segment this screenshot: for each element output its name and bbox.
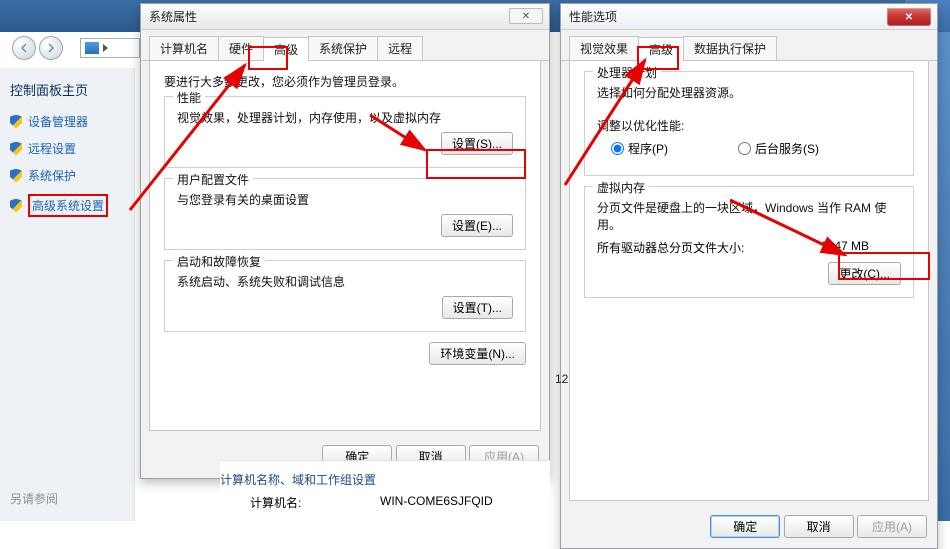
- tab-body: 要进行大多数更改，您必须作为管理员登录。 性能 视觉效果，处理器计划，内存使用，…: [149, 61, 541, 431]
- vm-desc: 分页文件是硬盘上的一块区域，Windows 当作 RAM 使用。: [597, 199, 901, 233]
- close-button[interactable]: [509, 8, 543, 24]
- admin-note: 要进行大多数更改，您必须作为管理员登录。: [164, 73, 526, 90]
- radio-background-services[interactable]: 后台服务(S): [738, 140, 819, 157]
- back-button[interactable]: [12, 36, 36, 60]
- stray-text-12: 12: [555, 372, 568, 386]
- adjust-label: 调整以优化性能:: [597, 117, 901, 134]
- system-properties-dialog: 系统属性 计算机名 硬件 高级 系统保护 远程 要进行大多数更改，您必须作为管理…: [140, 3, 550, 479]
- control-panel-sidebar: 控制面板主页 设备管理器 远程设置 系统保护 高级系统设置 另请参阅: [0, 68, 135, 521]
- performance-settings-button[interactable]: 设置(S)...: [441, 132, 513, 155]
- group-virtual-memory: 虚拟内存 分页文件是硬盘上的一块区域，Windows 当作 RAM 使用。 所有…: [584, 186, 914, 298]
- group-desc: 系统启动、系统失败和调试信息: [177, 273, 513, 290]
- nav-back-forward: [12, 36, 63, 60]
- group-desc: 视觉效果，处理器计划，内存使用，以及虚拟内存: [177, 109, 513, 126]
- tab-dep[interactable]: 数据执行保护: [683, 36, 777, 60]
- shield-icon: [10, 199, 22, 213]
- sidebar-item-label: 远程设置: [28, 140, 76, 157]
- sidebar-item-system-protection[interactable]: 系统保护: [10, 167, 124, 184]
- radio-programs[interactable]: 程序(P): [611, 140, 668, 157]
- sidebar-item-remote-settings[interactable]: 远程设置: [10, 140, 124, 157]
- tab-hardware[interactable]: 硬件: [218, 36, 264, 60]
- tab-visual-effects[interactable]: 视觉效果: [569, 36, 639, 60]
- forward-button[interactable]: [39, 36, 63, 60]
- group-legend: 性能: [173, 89, 205, 106]
- chevron-right-icon: [103, 44, 108, 52]
- vm-change-button[interactable]: 更改(C)...: [828, 262, 901, 285]
- tabs-row: 计算机名 硬件 高级 系统保护 远程: [141, 30, 549, 61]
- computer-name-value: WIN-COME6SJFQID: [380, 494, 493, 511]
- startup-recovery-settings-button[interactable]: 设置(T)...: [442, 296, 513, 319]
- tabs-row: 视觉效果 高级 数据执行保护: [561, 30, 937, 61]
- sidebar-item-label: 设备管理器: [28, 113, 88, 130]
- radio-background-input[interactable]: [738, 142, 751, 155]
- group-legend: 处理器计划: [593, 64, 661, 81]
- dialog-title: 系统属性: [149, 8, 197, 25]
- ok-button[interactable]: 确定: [710, 515, 780, 538]
- arrow-right-icon: [46, 43, 56, 53]
- see-also-heading: 另请参阅: [10, 490, 58, 507]
- tab-advanced[interactable]: 高级: [263, 37, 309, 61]
- cancel-button[interactable]: 取消: [784, 515, 854, 538]
- sidebar-item-label: 高级系统设置: [28, 194, 108, 217]
- group-processor-scheduling: 处理器计划 选择如何分配处理器资源。 调整以优化性能: 程序(P) 后台服务(S…: [584, 71, 914, 176]
- group-desc: 选择如何分配处理器资源。: [597, 84, 901, 101]
- tab-remote[interactable]: 远程: [377, 36, 423, 60]
- sidebar-item-device-manager[interactable]: 设备管理器: [10, 113, 124, 130]
- section-heading: 计算机名称、域和工作组设置: [220, 471, 550, 488]
- group-legend: 用户配置文件: [173, 171, 253, 188]
- shield-icon: [10, 115, 22, 129]
- group-performance: 性能 视觉效果，处理器计划，内存使用，以及虚拟内存 设置(S)...: [164, 96, 526, 168]
- dialog-titlebar: 性能选项: [561, 4, 937, 30]
- performance-options-dialog: 性能选项 视觉效果 高级 数据执行保护 处理器计划 选择如何分配处理器资源。 调…: [560, 3, 938, 549]
- radio-label: 程序(P): [628, 140, 668, 157]
- arrow-left-icon: [19, 43, 29, 53]
- tab-computer-name[interactable]: 计算机名: [149, 36, 219, 60]
- shield-icon: [10, 142, 22, 156]
- shield-icon: [10, 169, 22, 183]
- group-startup-recovery: 启动和故障恢复 系统启动、系统失败和调试信息 设置(T)...: [164, 260, 526, 332]
- user-profiles-settings-button[interactable]: 设置(E)...: [441, 214, 513, 237]
- computer-name-section: 计算机名称、域和工作组设置 计算机名: WIN-COME6SJFQID: [220, 460, 550, 511]
- breadcrumb[interactable]: [80, 38, 140, 58]
- dialog-titlebar: 系统属性: [141, 4, 549, 30]
- window-right-frame: [938, 32, 950, 521]
- close-button[interactable]: [887, 8, 931, 26]
- group-legend: 启动和故障恢复: [173, 253, 265, 270]
- dialog-footer: 确定 取消 应用(A): [561, 509, 937, 548]
- vm-total-value: 2047 MB: [821, 239, 901, 256]
- group-user-profiles: 用户配置文件 与您登录有关的桌面设置 设置(E)...: [164, 178, 526, 250]
- apply-button[interactable]: 应用(A): [857, 515, 927, 538]
- tab-advanced[interactable]: 高级: [638, 37, 684, 61]
- radio-programs-input[interactable]: [611, 142, 624, 155]
- computer-name-label: 计算机名:: [220, 494, 380, 511]
- sidebar-item-label: 系统保护: [28, 167, 76, 184]
- computer-icon: [85, 42, 99, 54]
- sidebar-title: 控制面板主页: [10, 80, 124, 99]
- sidebar-item-advanced-system-settings[interactable]: 高级系统设置: [10, 194, 124, 217]
- tab-system-protection[interactable]: 系统保护: [308, 36, 378, 60]
- group-desc: 与您登录有关的桌面设置: [177, 191, 513, 208]
- group-legend: 虚拟内存: [593, 179, 649, 196]
- vm-total-label: 所有驱动器总分页文件大小:: [597, 239, 744, 256]
- environment-variables-button[interactable]: 环境变量(N)...: [429, 342, 526, 365]
- tab-body: 处理器计划 选择如何分配处理器资源。 调整以优化性能: 程序(P) 后台服务(S…: [569, 61, 929, 501]
- radio-label: 后台服务(S): [755, 140, 819, 157]
- dialog-title: 性能选项: [569, 8, 617, 25]
